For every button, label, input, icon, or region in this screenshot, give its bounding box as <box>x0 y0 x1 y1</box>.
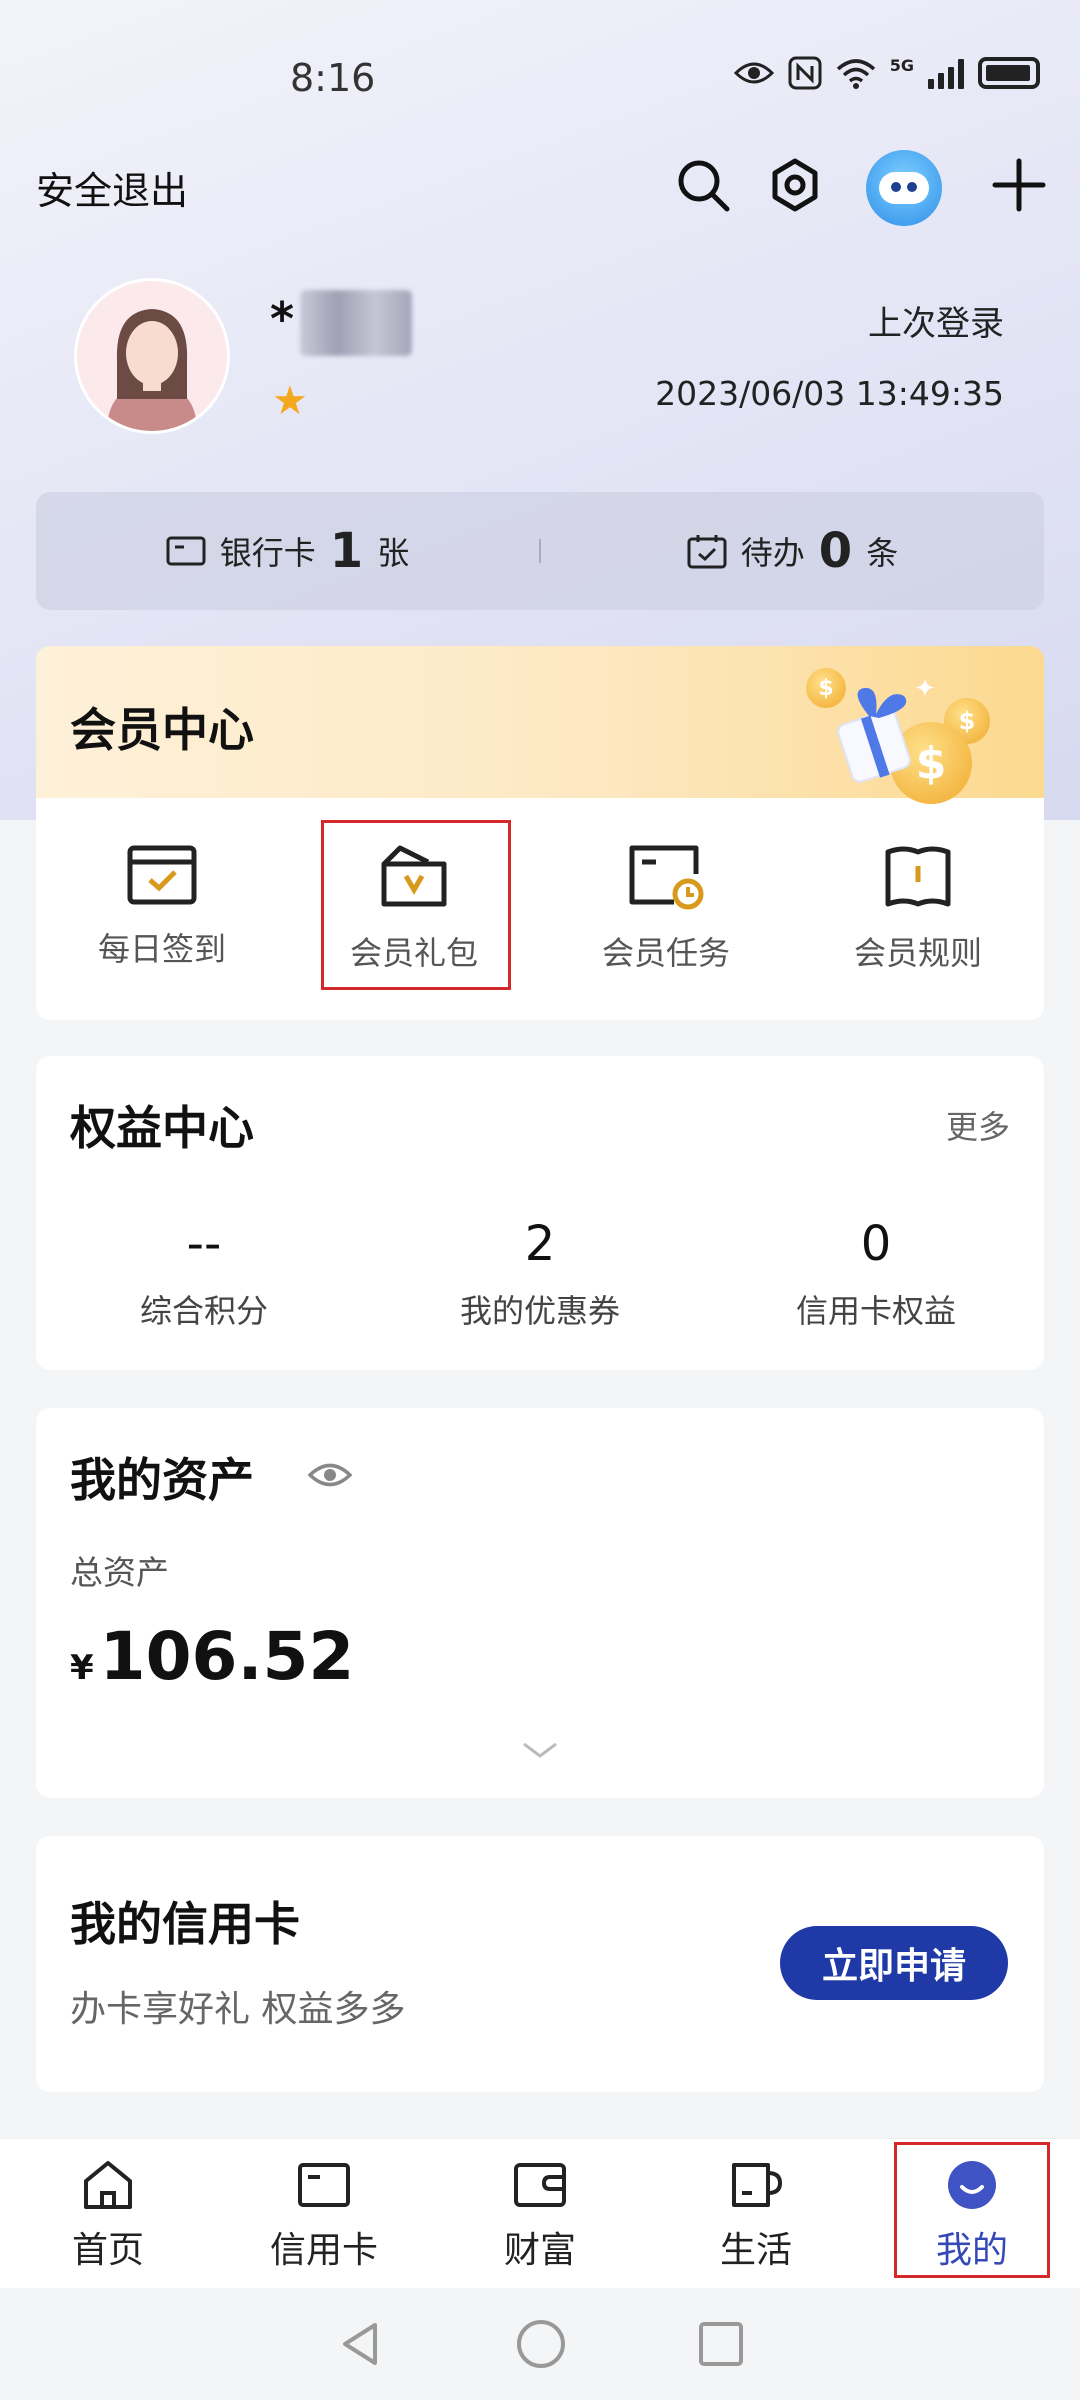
total-assets-label: 总资产 <box>70 1553 169 1592</box>
last-login-time: 2023/06/03 13:49:35 <box>655 374 1004 413</box>
bank-card-unit: 张 <box>377 534 410 572</box>
coupons-label: 我的优惠券 <box>459 1292 620 1330</box>
my-credit-card-subtitle: 办卡享好礼 权益多多 <box>70 1989 406 2030</box>
member-center-title: 会员中心 <box>70 703 254 757</box>
member-rules-button[interactable]: 会员规则 <box>792 798 1044 1020</box>
cup-icon <box>732 2163 783 2207</box>
todo-unit: 条 <box>866 534 899 572</box>
member-center-card: 会员中心 $ $ $ ✦ 每日签到 会员礼包 会员任务 会员规则 <box>36 646 1044 1020</box>
apply-now-button[interactable]: 立即申请 <box>780 1926 1008 2000</box>
bank-card-summary[interactable]: 银行卡 1 张 <box>36 523 539 579</box>
todo-calendar-icon <box>687 535 727 569</box>
credit-benefits-label: 信用卡权益 <box>795 1292 956 1330</box>
rules-book-icon <box>885 846 951 907</box>
my-credit-card-card: 我的信用卡 办卡享好礼 权益多多 立即申请 <box>36 1836 1044 2092</box>
member-center-header: 会员中心 $ $ $ ✦ <box>36 646 1044 804</box>
points-value: -- <box>186 1216 222 1272</box>
credit-card-icon <box>298 2163 350 2207</box>
tab-life[interactable]: 生活 <box>648 2139 864 2288</box>
status-icons: 5G <box>733 56 1040 90</box>
nfc-icon <box>788 56 822 90</box>
account-summary-bar: 银行卡 1 张 待办 0 条 <box>36 492 1044 610</box>
user-name-masked <box>300 290 412 356</box>
my-assets-title: 我的资产 <box>70 1453 254 1507</box>
tab-wealth-label: 财富 <box>503 2230 576 2271</box>
battery-icon <box>978 57 1040 89</box>
avatar[interactable] <box>74 278 230 434</box>
tab-life-label: 生活 <box>719 2230 792 2271</box>
user-name-prefix: * <box>270 292 295 346</box>
recents-square-icon[interactable] <box>697 2320 745 2368</box>
credit-benefits-stat[interactable]: 0 信用卡权益 <box>708 1216 1044 1332</box>
tab-credit-card-label: 信用卡 <box>269 2230 378 2271</box>
last-login-label: 上次登录 <box>868 304 1004 344</box>
eye-status-icon <box>733 62 774 84</box>
tab-home[interactable]: 首页 <box>0 2139 216 2288</box>
total-assets-amount: ¥106.52 <box>70 1618 354 1695</box>
tab-mine-highlight-box <box>894 2142 1050 2278</box>
total-assets-value: 106.52 <box>99 1618 355 1695</box>
todo-label: 待办 <box>740 534 805 572</box>
benefits-stats: -- 综合积分 2 我的优惠券 0 信用卡权益 <box>36 1216 1044 1332</box>
assistant-mascot-icon[interactable] <box>866 150 942 226</box>
member-rules-label: 会员规则 <box>853 934 982 972</box>
bank-card-label: 银行卡 <box>219 534 316 572</box>
task-clock-icon <box>629 845 704 910</box>
benefits-center-title: 权益中心 <box>70 1101 254 1155</box>
settings-icon[interactable] <box>760 150 830 220</box>
logout-button[interactable]: 安全退出 <box>36 160 188 215</box>
daily-checkin-label: 每日签到 <box>97 930 226 968</box>
member-tasks-label: 会员任务 <box>601 934 730 972</box>
daily-checkin-button[interactable]: 每日签到 <box>36 798 288 1020</box>
add-icon[interactable] <box>984 150 1054 220</box>
tab-wealth[interactable]: 财富 <box>432 2139 648 2288</box>
bank-card-icon <box>166 536 206 566</box>
benefits-center-card: 权益中心 更多 -- 综合积分 2 我的优惠券 0 信用卡权益 <box>36 1056 1044 1370</box>
back-icon[interactable] <box>335 2319 385 2369</box>
tab-home-label: 首页 <box>71 2230 144 2271</box>
status-time: 8:16 <box>290 56 376 100</box>
wifi-icon <box>836 59 875 89</box>
member-center-items: 每日签到 会员礼包 会员任务 会员规则 <box>36 798 1044 1020</box>
member-gift-pack-highlight-box <box>321 820 511 990</box>
tab-credit-card[interactable]: 信用卡 <box>216 2139 432 2288</box>
gift-coins-illustration: $ $ $ ✦ <box>794 656 1004 806</box>
system-navigation-bar <box>0 2288 1080 2400</box>
chevron-down-icon[interactable] <box>522 1742 558 1758</box>
member-tasks-button[interactable]: 会员任务 <box>540 798 792 1020</box>
coupons-value: 2 <box>524 1216 556 1272</box>
wallet-icon <box>514 2163 566 2207</box>
points-label: 综合积分 <box>139 1292 268 1330</box>
home-circle-icon[interactable] <box>515 2318 567 2370</box>
coupons-stat[interactable]: 2 我的优惠券 <box>372 1216 708 1332</box>
toggle-visibility-eye-icon[interactable] <box>308 1460 352 1490</box>
calendar-check-icon <box>127 845 197 905</box>
points-stat[interactable]: -- 综合积分 <box>36 1216 372 1332</box>
credit-benefits-value: 0 <box>860 1216 892 1272</box>
search-icon[interactable] <box>668 150 738 220</box>
bank-card-count: 1 <box>329 523 364 579</box>
my-assets-card: 我的资产 总资产 ¥106.52 <box>36 1408 1044 1798</box>
network-type-label: 5G <box>889 56 914 75</box>
home-icon <box>84 2161 132 2209</box>
todo-count: 0 <box>818 523 853 579</box>
signal-icon <box>928 57 964 89</box>
todo-summary[interactable]: 待办 0 条 <box>541 523 1044 579</box>
currency-symbol: ¥ <box>70 1648 94 1688</box>
member-star-icon: ★ <box>272 378 308 424</box>
my-credit-card-title: 我的信用卡 <box>70 1897 300 1951</box>
benefits-more-link[interactable]: 更多 <box>946 1102 1010 1148</box>
